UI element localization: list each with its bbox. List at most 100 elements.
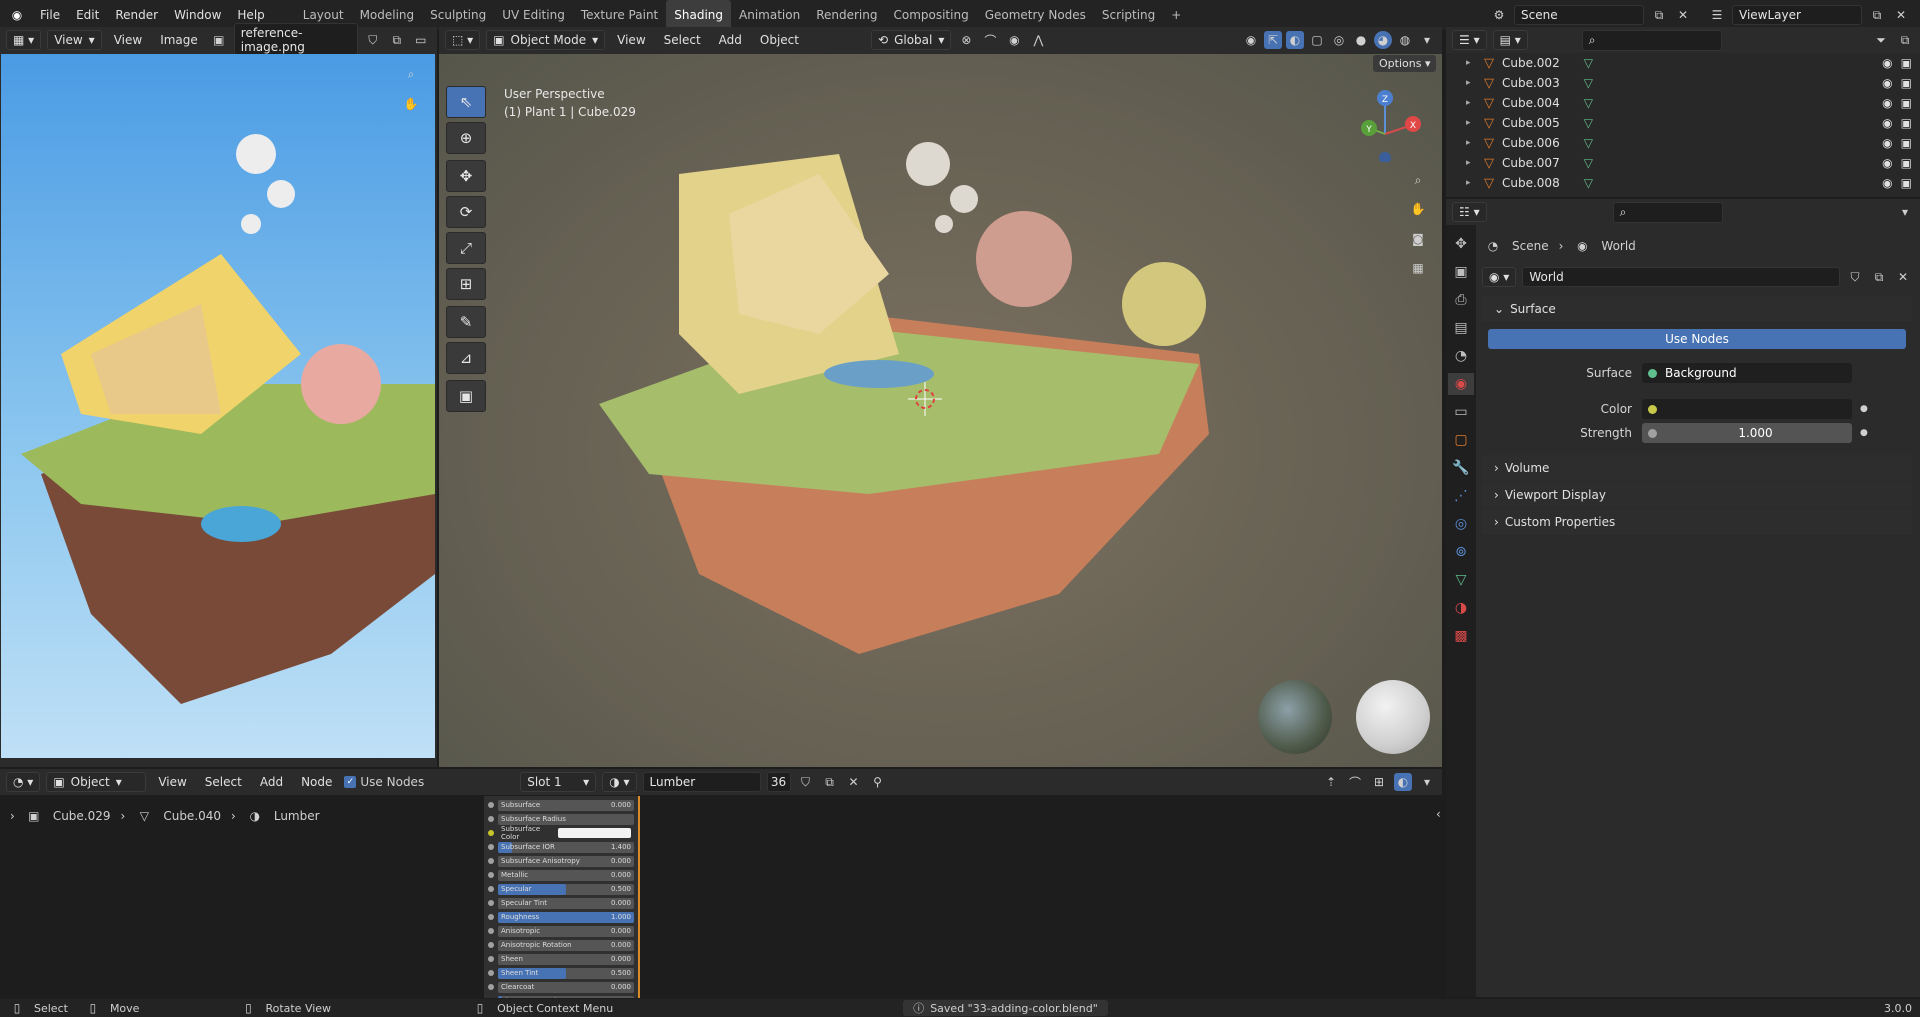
camera-icon[interactable]: ▣: [1901, 116, 1912, 130]
tab-geometry-nodes[interactable]: Geometry Nodes: [977, 0, 1094, 30]
socket-icon[interactable]: [488, 872, 494, 878]
viewport-menu-object[interactable]: Object: [754, 31, 805, 49]
node-value-slider[interactable]: Subsurface Color: [498, 825, 634, 841]
socket-icon[interactable]: [488, 928, 494, 934]
menu-edit[interactable]: Edit: [68, 0, 107, 30]
node-snap-icon[interactable]: ⌒: [1346, 773, 1364, 791]
texture-tab-icon[interactable]: ▩: [1448, 625, 1474, 647]
image-name-field[interactable]: reference-image.png: [233, 23, 358, 57]
properties-editor-type[interactable]: ☷ ▾: [1452, 202, 1487, 222]
image-browse-icon[interactable]: ▣: [210, 31, 228, 49]
zoom-icon[interactable]: ⌕: [402, 65, 420, 83]
node-menu-select[interactable]: Select: [199, 773, 248, 791]
pan-view-icon[interactable]: ✋: [1409, 200, 1427, 218]
annotate-tool[interactable]: ✎: [446, 306, 486, 338]
node-menu-node[interactable]: Node: [295, 773, 338, 791]
camera-icon[interactable]: ▣: [1901, 136, 1912, 150]
scene-field[interactable]: Scene: [1514, 5, 1644, 25]
pan-hand-icon[interactable]: ✋: [402, 95, 420, 113]
physics-tab-icon[interactable]: ◎: [1448, 513, 1474, 535]
node-value-slider[interactable]: Specular 0.500: [498, 883, 634, 895]
tab-texture-paint[interactable]: Texture Paint: [573, 0, 666, 30]
outliner-row[interactable]: ▸ ▽ Cube.003 ▽ ◉ ▣: [1446, 73, 1920, 93]
material-name-field[interactable]: Lumber: [642, 772, 761, 792]
material-preview-icon[interactable]: ◕: [1374, 31, 1392, 49]
solid-shading-icon[interactable]: ●: [1352, 31, 1370, 49]
add-workspace-icon[interactable]: +: [1163, 0, 1189, 30]
pivot-icon[interactable]: ⊗: [957, 31, 975, 49]
outliner-row[interactable]: ▸ ▽ Cube.002 ▽ ◉ ▣: [1446, 53, 1920, 73]
rendered-shading-icon[interactable]: ◍: [1396, 31, 1414, 49]
expand-icon[interactable]: ▸: [1466, 178, 1476, 188]
eye-icon[interactable]: ◉: [1882, 156, 1892, 170]
node-menu-add[interactable]: Add: [254, 773, 289, 791]
options-dropdown[interactable]: Options ▾: [1373, 55, 1437, 72]
node-value-slider[interactable]: Roughness 1.000: [498, 911, 634, 923]
node-menu-view[interactable]: View: [152, 773, 192, 791]
viewport-editor-type[interactable]: ⬚ ▾: [445, 30, 481, 50]
eye-icon[interactable]: ◉: [1882, 56, 1892, 70]
socket-icon[interactable]: [488, 956, 494, 962]
world-name-field[interactable]: World: [1522, 267, 1840, 287]
node-input-row[interactable]: Sheen Tint 0.500: [484, 966, 638, 980]
outliner-search-input[interactable]: ⌕: [1581, 29, 1722, 51]
socket-icon[interactable]: [488, 830, 494, 836]
world-fake-user-icon[interactable]: ⛉: [1846, 268, 1864, 286]
expand-icon[interactable]: ▸: [1466, 138, 1476, 148]
subsurface-color-swatch[interactable]: [558, 828, 631, 838]
new-image-icon[interactable]: ⧉: [388, 31, 406, 49]
expand-icon[interactable]: ▸: [1466, 58, 1476, 68]
tab-scripting[interactable]: Scripting: [1094, 0, 1163, 30]
new-scene-icon[interactable]: ⧉: [1650, 6, 1668, 24]
node-input-row[interactable]: Subsurface IOR 1.400: [484, 840, 638, 854]
material-browse-dropdown[interactable]: ◑ ▾: [602, 772, 637, 792]
viewport-menu-view[interactable]: View: [611, 31, 651, 49]
render-tab-icon[interactable]: ▣: [1448, 261, 1474, 283]
principled-bsdf-node[interactable]: Subsurface 0.000 Subsurface Radius Subsurfa…: [484, 796, 640, 998]
node-value-slider[interactable]: Clearcoat 0.000: [498, 981, 634, 993]
outliner-row[interactable]: ▸ ▽ Cube.005 ▽ ◉ ▣: [1446, 113, 1920, 133]
view-layer-icon[interactable]: ☰: [1708, 6, 1726, 24]
proportional-edit-icon[interactable]: ◉: [1005, 31, 1023, 49]
surface-shader-field[interactable]: Background: [1642, 363, 1852, 383]
material-unlink-icon[interactable]: ✕: [845, 773, 863, 791]
modifier-tab-icon[interactable]: 🔧: [1448, 457, 1474, 479]
node-input-row[interactable]: Anisotropic 0.000: [484, 924, 638, 938]
image-menu-view[interactable]: View: [108, 31, 148, 49]
node-overlay-icon[interactable]: ◐: [1394, 773, 1412, 791]
node-overlay-options-icon[interactable]: ▾: [1418, 773, 1436, 791]
use-nodes-checkbox[interactable]: ✓ Use Nodes: [344, 775, 424, 789]
navigation-gizmo[interactable]: Z X Y: [1357, 82, 1427, 164]
camera-icon[interactable]: ▣: [1901, 176, 1912, 190]
transform-tool[interactable]: ⊞: [446, 268, 486, 300]
socket-icon[interactable]: [488, 970, 494, 976]
node-input-row[interactable]: Subsurface Anisotropy 0.000: [484, 854, 638, 868]
material-fake-user-icon[interactable]: ⛉: [797, 773, 815, 791]
scene-tab-icon[interactable]: ◔: [1448, 345, 1474, 367]
image-menu-image[interactable]: Image: [154, 31, 204, 49]
outliner-filter-icon[interactable]: ⏷: [1872, 31, 1890, 49]
node-input-row[interactable]: Subsurface Color: [484, 825, 638, 841]
expand-icon[interactable]: ▸: [1466, 118, 1476, 128]
slot-dropdown[interactable]: Slot 1 ▾: [520, 772, 597, 792]
expand-icon[interactable]: ▸: [1466, 78, 1476, 88]
move-tool[interactable]: ✥: [446, 160, 486, 192]
socket-icon[interactable]: [488, 900, 494, 906]
eye-icon[interactable]: ◉: [1882, 136, 1892, 150]
object-mode-dropdown[interactable]: ▣ Object Mode ▾: [486, 30, 606, 50]
breadcrumb-expand-icon[interactable]: ›: [10, 809, 15, 823]
wireframe-shading-icon[interactable]: ◎: [1330, 31, 1348, 49]
expand-icon[interactable]: ▸: [1466, 158, 1476, 168]
view-mode-dropdown[interactable]: View ▾: [47, 30, 102, 50]
outliner-display-mode[interactable]: ▤ ▾: [1492, 30, 1528, 50]
viewport-menu-add[interactable]: Add: [713, 31, 748, 49]
scale-tool[interactable]: ⤢: [446, 232, 486, 264]
ortho-toggle-icon[interactable]: ▦: [1409, 259, 1427, 277]
volume-panel-header[interactable]: › Volume: [1482, 455, 1912, 482]
fake-user-icon[interactable]: ⛉: [364, 31, 382, 49]
node-input-row[interactable]: Subsurface 0.000: [484, 798, 638, 812]
tab-animation[interactable]: Animation: [731, 0, 808, 30]
eye-icon[interactable]: ◉: [1882, 76, 1892, 90]
properties-options-icon[interactable]: ▾: [1896, 203, 1914, 221]
socket-icon[interactable]: [488, 984, 494, 990]
